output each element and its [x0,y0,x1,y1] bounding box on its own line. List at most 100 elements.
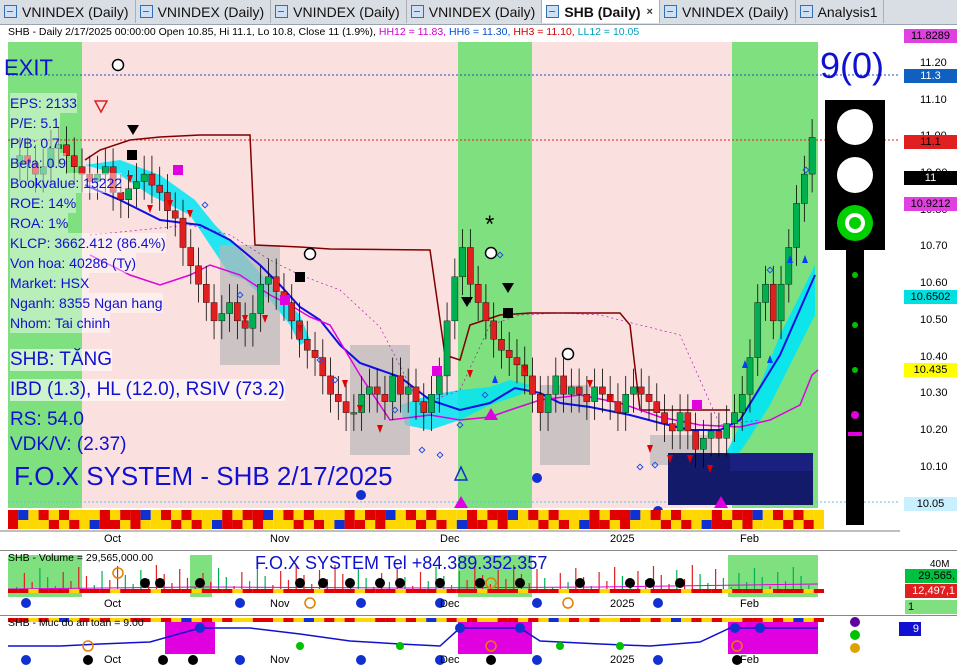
signal-strip-cell [752,520,763,529]
candle-body [451,276,459,322]
fundamental-item: ROA: 1% [10,213,69,233]
candle-body [692,430,699,450]
month-label: Oct [104,598,122,610]
volume-strip-cell [38,589,49,593]
tab-0[interactable]: VNINDEX (Daily) [0,0,136,23]
info-circle [356,598,366,608]
signal-strip-cell [181,520,192,529]
volume-strip-cell [456,589,467,593]
close-icon[interactable]: × [647,6,653,18]
safety-strip-cell [467,618,478,622]
signal-strip-cell [630,520,641,529]
signal-strip-cell [385,520,396,529]
candle-body [218,313,226,322]
tab-3[interactable]: VNINDEX (Daily) [407,0,543,23]
volume-strip-cell [773,589,784,593]
volume-circle [562,597,574,609]
volume-bar [691,565,693,593]
signal-strip-cell [609,510,620,520]
volume-pane[interactable]: SHB - Volume = 29,565,000.00 F.O.X SYSTE… [0,550,957,615]
safety-strip-cell [548,618,559,622]
signal-strip-cell [640,520,651,529]
candle-body [762,283,769,303]
candle-body [381,394,389,402]
signal-circle [484,246,498,260]
candle-body [583,394,591,402]
month-label: Dec [440,533,460,545]
safety-strip-cell [150,618,161,622]
hh6-label: HH6 = 11.30, [449,26,511,38]
contact-label: F.O.X SYSTEM Tel +84.389.352.357 [255,553,548,573]
safety-dot [556,642,564,650]
tab-2[interactable]: VNINDEX (Daily) [271,0,407,23]
tab-label: Analysis1 [817,3,878,20]
signal-strip-cell [456,520,467,529]
signal-strip-cell [344,520,355,529]
tab-1[interactable]: VNINDEX (Daily) [136,0,272,23]
signal-strip-cell [293,520,304,529]
chart-icon [546,5,560,18]
safety-strip-cell [599,618,610,622]
volume-strip-cell [273,589,284,593]
candle-body [467,247,474,285]
fundamental-item: Nhom: Tai chinh [10,313,111,333]
signal-strip-cell [38,520,49,529]
volume-strip-cell [436,589,447,593]
volume-strip-cell [293,589,304,593]
signal-strip-cell [456,510,467,520]
safety-black-dot [158,655,168,665]
signal-strip-cell [232,510,243,520]
month-label: Feb [740,654,759,666]
fundamental-item: KLCP: 3662.412 (86.4%) [10,233,166,253]
safety-dot [195,623,205,633]
volume-header: SHB - Volume = 29,565,000.00 [8,552,154,564]
volume-dot [195,578,205,588]
candle-body [676,412,684,432]
candle-body [195,265,202,285]
volume-strip-cell [518,589,529,593]
volume-strip-cell [334,589,345,593]
fundamental-item: Von hoa: 40286 (Ty) [10,253,137,273]
volume-strip-cell [660,589,671,593]
pole-dot [852,367,858,373]
signal-strip-cell [110,520,121,529]
safety-strip-cell [762,618,773,622]
volume-strip-cell [59,589,70,593]
candle-body [420,401,428,413]
tab-4[interactable]: SHB (Daily) × [542,0,660,23]
signal-strip-cell [793,520,804,529]
candle-body [599,386,606,395]
signal-strip-cell [497,510,508,520]
safety-strip-cell [303,618,314,622]
safety-strip-cell [324,618,335,622]
safety-level-pane[interactable]: SHB - Muc do an toan = 9.00 9 Oct Nov Dec 2… [0,615,957,667]
signal-strip-cell [273,510,284,520]
signal-strip-cell [671,510,682,520]
signal-strip-cell [813,520,824,529]
light-top [837,109,873,145]
pole-dot [852,322,858,328]
price-chart-pane[interactable]: SHB - Daily 2/17/2025 00:00:00 Open 10.8… [0,25,957,548]
month-label: Nov [270,654,290,666]
candle-body [568,386,575,395]
volume-strip-cell [681,589,692,593]
safety-strip-cell [773,618,784,622]
info-circle [653,598,663,608]
candle-body [769,283,777,322]
month-label: Dec [440,598,460,610]
candle-body [436,375,443,395]
candle-body [785,247,793,285]
safety-strip-cell [334,618,345,622]
tab-6[interactable]: Analysis1 [796,0,885,23]
fundamental-item: Market: HSX [10,273,90,293]
candle-body [645,394,653,402]
tab-5[interactable]: VNINDEX (Daily) [660,0,796,23]
volume-bar [155,565,158,593]
volume-strip-cell [263,589,274,593]
signal-strip-cell [38,510,49,520]
marker-square [280,295,290,305]
safety-strip-cell [783,618,794,622]
safety-strip-cell [701,618,712,622]
safety-strip-cell [314,618,325,622]
signal-strip-cell [8,520,19,529]
